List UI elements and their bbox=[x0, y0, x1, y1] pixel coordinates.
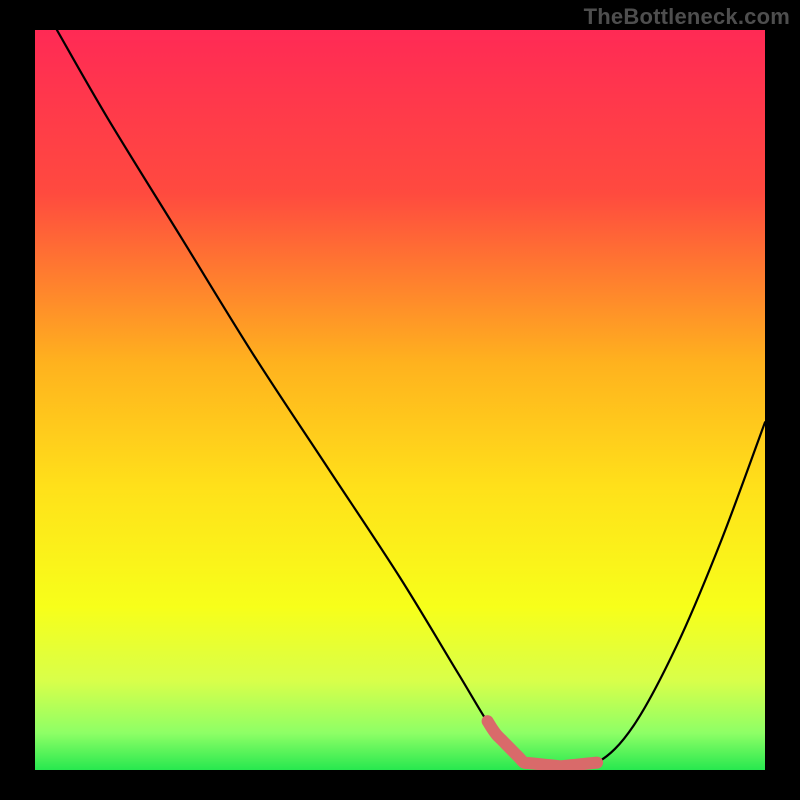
bottleneck-curve bbox=[57, 30, 765, 767]
plot-inner bbox=[35, 30, 765, 770]
curve-svg bbox=[35, 30, 765, 770]
watermark-text: TheBottleneck.com bbox=[584, 4, 790, 30]
chart-frame: TheBottleneck.com bbox=[0, 0, 800, 800]
optimal-range-highlight bbox=[488, 721, 597, 766]
plot-area bbox=[35, 30, 765, 770]
